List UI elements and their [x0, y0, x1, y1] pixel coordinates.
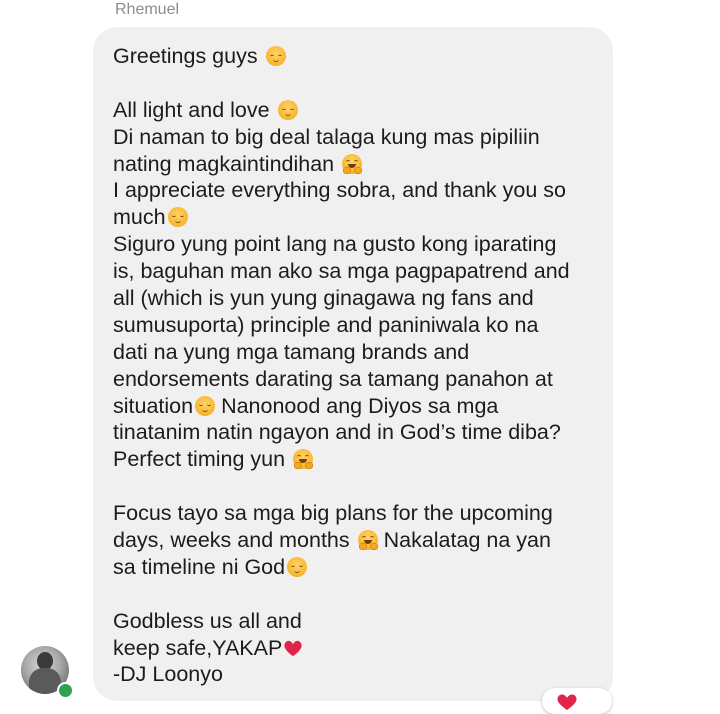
message-line: Di naman to big deal talaga kung mas pip…	[113, 124, 595, 151]
message-bubble[interactable]: Greetings guys All light and love Di nam…	[93, 27, 613, 701]
message-line-text: Di naman to big deal talaga kung mas pip…	[113, 124, 540, 149]
message-line: is, baguhan man ako sa mga pagpapatrend …	[113, 258, 595, 285]
message-line-text: all (which is yun yung ginagawa ng fans …	[113, 286, 534, 311]
message-line: Greetings guys	[113, 43, 595, 70]
relieved-face-icon	[265, 46, 286, 66]
message-body: Greetings guys All light and love Di nam…	[113, 43, 595, 688]
message-line-text: tinatanim natin ngayon and in God’s time…	[113, 420, 561, 445]
hugging-face-icon	[357, 530, 378, 551]
reaction-heart-icon	[557, 694, 577, 710]
message-line	[113, 70, 595, 97]
message-line-text: endorsements darating sa tamang panahon …	[113, 366, 553, 391]
message-line: Siguro yung point lang na gusto kong ipa…	[113, 231, 595, 258]
message-line-text: Siguro yung point lang na gusto kong ipa…	[113, 232, 557, 257]
message-line-text-after: Nakalatag na yan	[377, 528, 551, 553]
message-line: sa timeline ni God	[113, 554, 595, 581]
relieved-face-icon	[167, 207, 188, 228]
message-line-text: days, weeks and months	[113, 528, 356, 553]
message-line	[113, 473, 595, 500]
message-line-text: sa timeline ni God	[113, 554, 286, 579]
message-line-text: I appreciate everything sobra, and thank…	[113, 178, 566, 203]
message-line-text: -DJ Loonyo	[113, 662, 223, 687]
relieved-face-icon	[287, 556, 308, 577]
relieved-face-icon	[277, 99, 298, 120]
message-line: endorsements darating sa tamang panahon …	[113, 366, 595, 393]
message-line-text: Focus tayo sa mga big plans for the upco…	[113, 501, 553, 526]
message-line: nating magkaintindihan	[113, 151, 595, 178]
message-line: -DJ Loonyo	[113, 661, 595, 688]
message-line-text: dati na yung mga tamang brands and	[113, 339, 470, 364]
message-line-text: All light and love	[113, 97, 276, 122]
message-line: sumusuporta) principle and paniniwala ko…	[113, 312, 595, 339]
message-line: much	[113, 204, 595, 231]
message-line: Focus tayo sa mga big plans for the upco…	[113, 500, 595, 527]
hugging-face-icon	[342, 153, 363, 174]
message-line: days, weeks and months Nakalatag na yan	[113, 527, 595, 554]
online-status-dot	[57, 682, 74, 699]
message-line: All light and love	[113, 97, 595, 124]
message-line-text: nating magkaintindihan	[113, 151, 341, 176]
red-heart-icon	[284, 640, 302, 656]
message-line: all (which is yun yung ginagawa ng fans …	[113, 285, 595, 312]
hugging-face-icon	[293, 449, 314, 470]
message-line-text: situation	[113, 393, 194, 418]
message-line-text: Perfect timing yun	[113, 447, 292, 472]
message-line	[113, 581, 595, 608]
message-line: Godbless us all and	[113, 608, 595, 635]
message-line-text: sumusuporta) principle and paniniwala ko…	[113, 312, 539, 337]
message-line-text-after: Nanonood ang Diyos sa mga	[215, 393, 499, 418]
sender-name: Rhemuel	[115, 1, 180, 18]
message-line: Perfect timing yun	[113, 446, 595, 473]
message-line: dati na yung mga tamang brands and	[113, 339, 595, 366]
message-line-text: Godbless us all and	[113, 608, 302, 633]
message-line: situation Nanonood ang Diyos sa mga	[113, 393, 595, 420]
message-line: keep safe,YAKAP	[113, 635, 595, 662]
message-line: I appreciate everything sobra, and thank…	[113, 177, 595, 204]
message-line: tinatanim natin ngayon and in God’s time…	[113, 419, 595, 446]
message-line-text: keep safe,YAKAP	[113, 635, 283, 660]
message-line-text: is, baguhan man ako sa mga pagpapatrend …	[113, 259, 570, 284]
message-line-text: much	[113, 205, 166, 230]
message-line-text: Greetings guys	[113, 44, 264, 68]
relieved-face-icon	[195, 395, 216, 416]
